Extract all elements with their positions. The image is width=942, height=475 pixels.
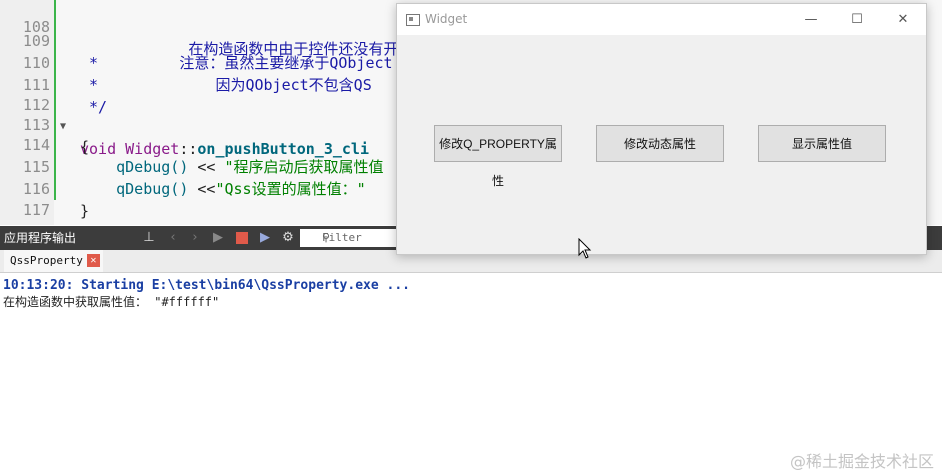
gear-icon[interactable]: ⚙ bbox=[280, 230, 296, 246]
output-line: 在构造函数中获取属性值： "#ffffff" bbox=[3, 295, 220, 309]
app-window-icon bbox=[406, 14, 420, 26]
output-pane-title: 应用程序输出 bbox=[4, 231, 77, 245]
line-number: 117 bbox=[22, 201, 50, 219]
widget-window[interactable]: Widget — ☐ ✕ 修改Q_PROPERTY属性 修改动态属性 显示属性值 bbox=[396, 3, 927, 255]
function-call: qDebug() bbox=[80, 158, 198, 176]
close-button[interactable]: ✕ bbox=[880, 4, 926, 35]
change-indicator-bar bbox=[54, 0, 56, 200]
code-line[interactable]: 113 { bbox=[0, 92, 89, 156]
code-line[interactable]: 110 * 因为QObject不包含QS bbox=[0, 30, 372, 94]
tab-label: QssProperty bbox=[10, 254, 83, 267]
modify-dynamic-property-button[interactable]: 修改动态属性 bbox=[596, 125, 724, 162]
application-output[interactable]: 10:13:20: Starting E:\test\bin64\QssProp… bbox=[3, 278, 410, 310]
operator: << bbox=[197, 180, 216, 198]
stop-icon[interactable] bbox=[234, 230, 250, 246]
code-line[interactable]: 117 bbox=[0, 177, 50, 219]
filter-input[interactable]: ⚲ Filter bbox=[300, 229, 400, 247]
fold-arrow-icon[interactable]: ▼ bbox=[60, 116, 66, 138]
close-icon[interactable]: ✕ bbox=[86, 254, 100, 267]
code-line[interactable]: 116 } bbox=[0, 156, 89, 220]
tab-qssproperty[interactable]: QssProperty ✕ bbox=[4, 250, 103, 272]
string-literal: "Qss设置的属性值：" bbox=[215, 180, 366, 198]
code-line[interactable]: 115 qDebug() <<"Qss设置的属性值：" bbox=[0, 134, 366, 198]
function-call: qDebug() bbox=[80, 180, 198, 198]
code-line[interactable]: 111 */ bbox=[0, 52, 107, 116]
clear-output-icon[interactable]: ⊥ bbox=[141, 230, 157, 246]
code-line[interactable]: 114 qDebug() << "程序启动后获取属性值 bbox=[0, 112, 384, 176]
code-text: { bbox=[80, 138, 90, 156]
watermark: @稀土掘金技术社区 bbox=[789, 452, 934, 471]
modify-q-property-button[interactable]: 修改Q_PROPERTY属性 bbox=[434, 125, 562, 188]
code-text: } bbox=[80, 202, 90, 220]
code-text: qDebug() << "程序启动后获取属性值 bbox=[80, 156, 384, 178]
code-text: * 注意：虽然主要继承于QObject bbox=[80, 54, 393, 72]
mouse-cursor-icon bbox=[578, 238, 592, 259]
next-item-icon[interactable]: › bbox=[187, 230, 203, 246]
attach-debugger-icon[interactable]: ▶ bbox=[257, 230, 273, 246]
output-line: 10:13:20: Starting E:\test\bin64\QssProp… bbox=[3, 278, 410, 293]
minimize-button[interactable]: — bbox=[788, 4, 834, 35]
run-icon[interactable]: ▶ bbox=[210, 230, 226, 246]
previous-item-icon[interactable]: ‹ bbox=[165, 230, 181, 246]
code-text: */ bbox=[80, 98, 108, 116]
code-text: * 因为QObject不包含QS bbox=[80, 76, 372, 94]
code-line[interactable]: 109 * 注意：虽然主要继承于QObject bbox=[0, 8, 393, 72]
window-title: Widget bbox=[425, 12, 468, 26]
code-line[interactable]: 112 ▼ void Widget::on_pushButton_3_cli bbox=[0, 72, 369, 158]
maximize-button[interactable]: ☐ bbox=[834, 4, 880, 35]
string-literal: "程序启动后获取属性值 bbox=[224, 158, 384, 176]
operator: << bbox=[197, 158, 225, 176]
code-text: qDebug() <<"Qss设置的属性值：" bbox=[80, 178, 366, 200]
filter-placeholder: Filter bbox=[322, 231, 362, 244]
show-property-value-button[interactable]: 显示属性值 bbox=[758, 125, 886, 162]
window-title-bar[interactable]: Widget — ☐ ✕ bbox=[397, 4, 926, 35]
